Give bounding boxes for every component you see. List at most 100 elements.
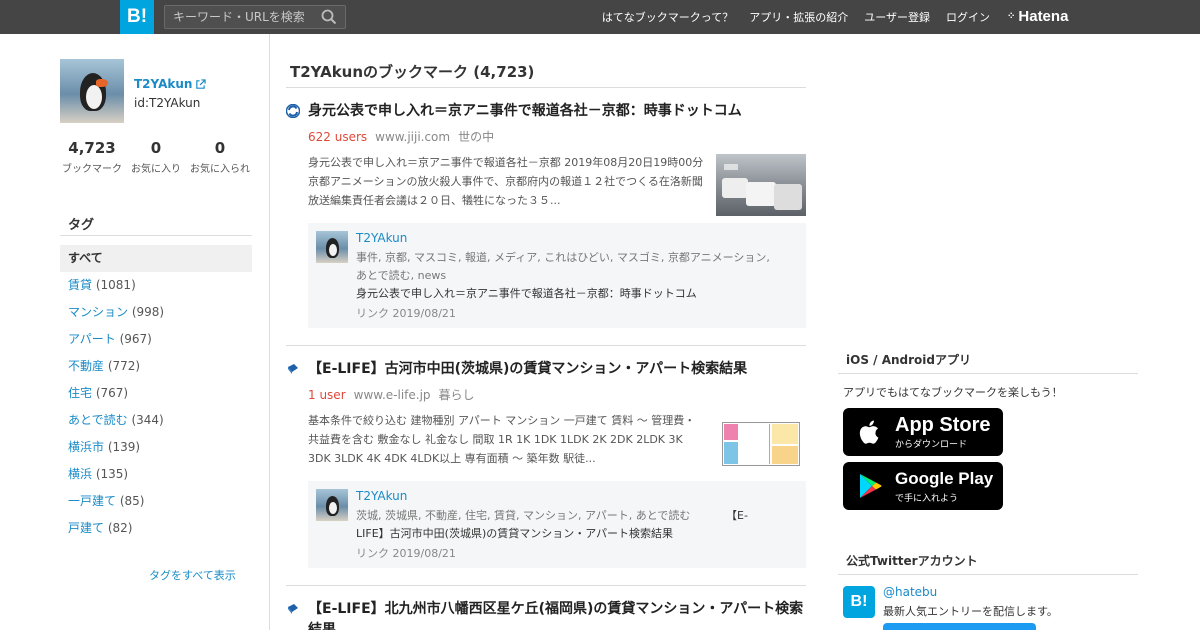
app-section-description: アプリでもはてなブックマークを楽しもう！ xyxy=(843,386,1063,399)
tag-item[interactable]: マンション (998) xyxy=(60,299,252,326)
nav-apps[interactable]: アプリ・拡張の紹介 xyxy=(749,9,848,25)
external-link-icon xyxy=(196,78,207,89)
tag-name: 横浜 xyxy=(68,467,93,481)
tag-name: マンション xyxy=(68,305,129,319)
search-icon[interactable] xyxy=(321,9,337,25)
page-title: T2YAkunのブックマーク (4,723) xyxy=(290,63,535,81)
comment-tags[interactable]: 事件, 京都, マスコミ, 報道, メディア, これはひどい, マスゴミ, 京都… xyxy=(356,249,772,285)
tag-name: 不動産 xyxy=(68,359,105,373)
entry-thumbnail[interactable] xyxy=(716,154,806,216)
entry-meta: 622 users www.jiji.com 世の中 xyxy=(308,128,494,145)
divider xyxy=(838,574,1138,575)
stat-label: お気に入り xyxy=(131,164,181,175)
divider xyxy=(286,87,806,88)
twitter-handle-link[interactable]: @hatebu xyxy=(883,585,937,599)
tag-name: すべて xyxy=(68,251,103,265)
search-box xyxy=(164,5,346,29)
comment-avatar[interactable] xyxy=(316,231,348,263)
entry-category-link[interactable]: 暮らし xyxy=(439,388,475,402)
search-input[interactable] xyxy=(165,6,315,28)
comment-tags[interactable]: 茨城, 茨城県, 不動産, 住宅, 賃貸, マンション, アパート, あとで読む xyxy=(356,507,726,525)
tag-count: (998) xyxy=(131,305,165,319)
tag-count: (344) xyxy=(131,413,164,427)
tag-count: (1081) xyxy=(95,278,136,292)
comment-avatar[interactable] xyxy=(316,489,348,521)
twitter-section-heading: 公式Twitterアカウント xyxy=(846,554,978,568)
tag-item[interactable]: 住宅 (767) xyxy=(60,380,252,407)
site-favicon-icon xyxy=(288,364,298,374)
hatena-brand-text: Hatena xyxy=(1018,8,1069,25)
comment-text: 身元公表で申し入れ＝京アニ事件で報道各社－京都：時事ドットコム xyxy=(356,287,697,300)
comment-permalink[interactable]: リンク 2019/08/21 xyxy=(356,545,456,561)
tag-item[interactable]: 戸建て (82) xyxy=(60,515,252,542)
stat-value: 0 xyxy=(214,139,226,157)
comment-username-link[interactable]: T2YAkun xyxy=(356,489,407,503)
hatena-bookmark-logo[interactable]: B! xyxy=(120,0,154,34)
entry-title-link[interactable]: 【E-LIFE】北九州市八幡西区星ケ丘(福岡県)の賃貸マンション・アパート検索結… xyxy=(308,599,806,630)
nav-about[interactable]: はてなブックマークって？ xyxy=(602,9,733,25)
entry-category-link[interactable]: 世の中 xyxy=(458,130,494,144)
tag-name: 一戸建て xyxy=(68,494,117,508)
profile-id: id:T2YAkun xyxy=(134,96,201,110)
tag-list: すべて 賃貸 (1081) マンション (998) アパート (967) 不動産… xyxy=(60,245,252,542)
tag-name: 住宅 xyxy=(68,386,93,400)
twitter-follow-button[interactable] xyxy=(883,623,1036,630)
header-nav: はてなブックマークって？ アプリ・拡張の紹介 ユーザー登録 ログイン xyxy=(586,0,990,34)
tag-item[interactable]: 不動産 (772) xyxy=(60,353,252,380)
stat-label: お気に入られ xyxy=(190,164,250,175)
tag-item[interactable]: あとで読む (344) xyxy=(60,407,252,434)
show-all-tags-link[interactable]: タグをすべて表示 xyxy=(149,567,236,583)
comment-username-link[interactable]: T2YAkun xyxy=(356,231,407,245)
tag-count: (85) xyxy=(119,494,145,508)
site-favicon-icon xyxy=(286,104,300,118)
profile-username-link[interactable]: T2YAkun xyxy=(134,77,207,91)
comment-permalink[interactable]: リンク 2019/08/21 xyxy=(356,305,456,321)
entry-thumbnail[interactable] xyxy=(716,412,806,474)
tag-item[interactable]: 横浜 (135) xyxy=(60,461,252,488)
stat-bookmarks[interactable]: 4,723 ブックマーク xyxy=(60,139,124,175)
entry-meta: 1 user www.e-life.jp 暮らし xyxy=(308,386,475,403)
divider xyxy=(60,235,252,236)
tag-name: 戸建て xyxy=(68,521,105,535)
tag-item-all[interactable]: すべて xyxy=(60,245,252,272)
stat-label: ブックマーク xyxy=(62,164,122,175)
tag-count: (139) xyxy=(107,440,141,454)
stat-value: 0 xyxy=(150,139,162,157)
hatebu-twitter-avatar[interactable]: B! xyxy=(843,586,875,618)
tag-name: 賃貸 xyxy=(68,278,93,292)
profile-stats: 4,723 ブックマーク 0 お気に入り 0 お気に入られ xyxy=(60,139,256,175)
app-store-subtitle: からダウンロード xyxy=(895,439,968,450)
nav-register[interactable]: ユーザー登録 xyxy=(864,9,930,25)
tag-item[interactable]: アパート (967) xyxy=(60,326,252,353)
app-section-heading: iOS / Androidアプリ xyxy=(846,353,971,367)
hatena-brand-link[interactable]: ⁘ Hatena xyxy=(1007,8,1068,25)
stat-favorites[interactable]: 0 お気に入り xyxy=(124,139,188,175)
tag-count: (772) xyxy=(107,359,141,373)
bookmark-comment-box: T2YAkun 事件, 京都, マスコミ, 報道, メディア, これはひどい, … xyxy=(308,223,806,328)
tag-name: 横浜市 xyxy=(68,440,105,454)
comment-text-start: 【E- xyxy=(726,509,748,522)
tag-count: (967) xyxy=(119,332,152,346)
entry-domain-link[interactable]: www.e-life.jp xyxy=(354,388,431,402)
app-store-title: App Store xyxy=(895,413,991,436)
app-store-button[interactable]: App Store からダウンロード xyxy=(843,408,1003,456)
avatar[interactable] xyxy=(60,59,124,123)
tag-item[interactable]: 賃貸 (1081) xyxy=(60,272,252,299)
nav-login[interactable]: ログイン xyxy=(946,9,990,25)
apple-icon xyxy=(859,420,879,444)
stat-favorited-by[interactable]: 0 お気に入られ xyxy=(188,139,252,175)
entry-users-link[interactable]: 622 users xyxy=(308,130,367,144)
tag-name: あとで読む xyxy=(68,413,128,427)
entry-users-link[interactable]: 1 user xyxy=(308,388,346,402)
tag-item[interactable]: 一戸建て (85) xyxy=(60,488,252,515)
profile-username: T2YAkun xyxy=(134,77,193,91)
tags-heading: タグ xyxy=(68,218,95,233)
tag-count: (82) xyxy=(107,521,133,535)
entry-title-link[interactable]: 身元公表で申し入れ＝京アニ事件で報道各社－京都：時事ドットコム xyxy=(308,101,806,122)
entry-title-link[interactable]: 【E-LIFE】古河市中田(茨城県)の賃貸マンション・アパート検索結果 xyxy=(308,359,806,380)
entry-domain-link[interactable]: www.jiji.com xyxy=(375,130,450,144)
tag-item[interactable]: 横浜市 (139) xyxy=(60,434,252,461)
google-play-button[interactable]: Google Play で手に入れよう xyxy=(843,462,1003,510)
bookmark-comment-box: T2YAkun 茨城, 茨城県, 不動産, 住宅, 賃貸, マンション, アパー… xyxy=(308,481,806,568)
twitter-description: 最新人気エントリーを配信します。 xyxy=(883,605,1058,618)
